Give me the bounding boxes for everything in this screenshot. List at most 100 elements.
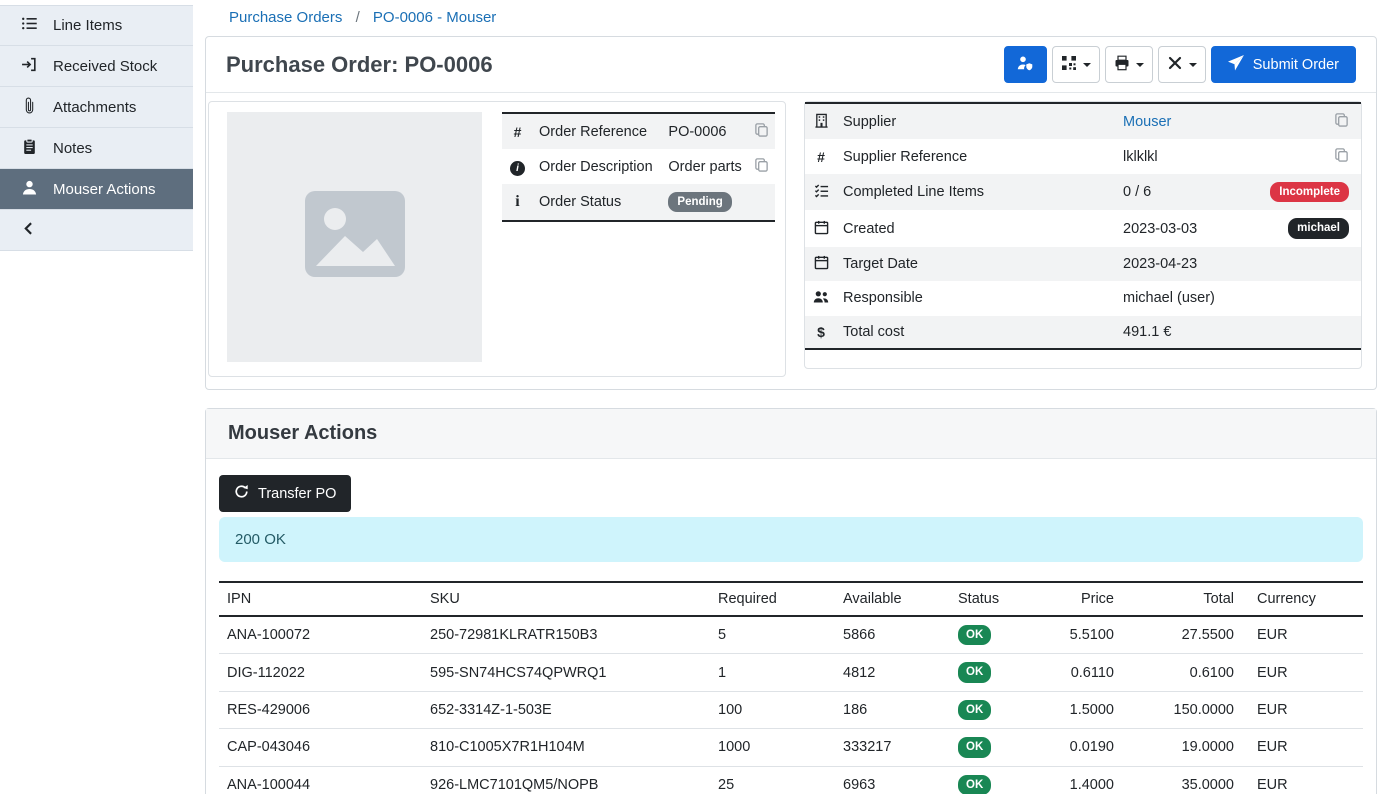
line-items-table: IPN SKU Required Available Status Price … [219,581,1363,794]
cell-available: 186 [835,691,950,728]
ok-badge: OK [958,700,991,720]
mouser-actions-body: Transfer PO 200 OK IPN SKU Required Avai… [206,459,1376,794]
detail-label: Created [837,210,1117,246]
detail-label: Order Description [533,149,662,184]
info-icon: i [510,161,525,176]
table-row: Supplier Mouser [805,103,1361,139]
breadcrumb-link-current-order[interactable]: PO-0006 - Mouser [373,9,496,26]
copy-button[interactable] [1334,112,1349,127]
sidebar-item-line-items[interactable]: Line Items [0,5,193,46]
table-row: ANA-100072 250-72981KLRATR150B3 5 5866 O… [219,616,1363,654]
cell-available: 4812 [835,654,950,691]
hash-icon: # [817,149,825,165]
supplier-info-card: Supplier Mouser # Supplier Reference lkl… [804,101,1362,369]
detail-value: 2023-03-03 [1117,210,1241,246]
cell-price: 1.4000 [1050,766,1122,794]
detail-value: 2023-04-23 [1117,247,1241,281]
detail-value: lklklkl [1117,139,1241,174]
cell-required: 25 [710,766,835,794]
detail-value: michael (user) [1117,281,1241,316]
cell-price: 0.6110 [1050,654,1122,691]
detail-label: Supplier Reference [837,139,1117,174]
cell-price: 5.5100 [1050,616,1122,654]
order-panel-header: Purchase Order: PO-0006 [206,37,1376,93]
incomplete-badge: Incomplete [1270,182,1349,202]
panel-title: Mouser Actions [228,422,377,445]
building-icon [814,115,829,131]
sidebar-item-label: Attachments [53,99,136,116]
order-details-body: # Order Reference PO-0006 i Order Descri… [206,93,1376,389]
cell-required: 5 [710,616,835,654]
sidebar-item-received-stock[interactable]: Received Stock [0,46,193,87]
detail-value: Order parts [662,149,748,184]
image-placeholder-icon [297,185,413,290]
order-image-placeholder[interactable] [227,112,482,362]
page-title: Purchase Order: PO-0006 [226,52,493,78]
table-row: Created 2023-03-03 michael [805,210,1361,246]
table-row: # Order Reference PO-0006 [502,113,775,149]
list-check-icon [814,185,829,201]
table-row: DIG-112022 595-SN74HCS74QPWRQ1 1 4812 OK… [219,654,1363,691]
paperclip-icon [21,97,38,118]
column-header-status: Status [950,582,1050,616]
breadcrumb-link-purchase-orders[interactable]: Purchase Orders [229,9,342,26]
cell-available: 6963 [835,766,950,794]
cell-currency: EUR [1242,616,1363,654]
cell-currency: EUR [1242,654,1363,691]
sidebar-item-attachments[interactable]: Attachments [0,87,193,128]
list-icon [21,15,38,36]
cell-available: 5866 [835,616,950,654]
transfer-po-button[interactable]: Transfer PO [219,475,351,512]
info-icon: i [515,193,519,210]
table-row: Responsible michael (user) [805,281,1361,316]
submit-order-label: Submit Order [1253,57,1339,73]
copy-button[interactable] [754,122,769,137]
sidebar-item-notes[interactable]: Notes [0,128,193,169]
transfer-po-label: Transfer PO [258,486,336,502]
copy-button[interactable] [1334,147,1349,162]
cell-currency: EUR [1242,729,1363,766]
user-shield-button[interactable] [1004,46,1047,83]
dollar-icon: $ [817,324,825,340]
app-layout: Line Items Received Stock Attachments No… [0,0,1383,794]
copy-button[interactable] [754,157,769,172]
user-shield-icon [1017,55,1033,75]
detail-label: Order Reference [533,113,662,149]
sidebar-collapse-button[interactable] [0,210,193,251]
sidebar-item-label: Notes [53,140,92,157]
supplier-details-table: Supplier Mouser # Supplier Reference lkl… [805,102,1361,350]
caret-down-icon [1083,63,1091,67]
cell-total: 35.0000 [1122,766,1242,794]
breadcrumb-separator: / [356,9,360,26]
user-badge: michael [1288,218,1349,238]
sign-in-icon [21,56,38,77]
cell-required: 1000 [710,729,835,766]
order-actions-button[interactable] [1158,46,1206,83]
print-actions-button[interactable] [1105,46,1153,83]
cell-required: 100 [710,691,835,728]
submit-order-button[interactable]: Submit Order [1211,46,1356,83]
send-icon [1228,55,1244,75]
ok-badge: OK [958,775,991,794]
cell-sku: 595-SN74HCS74QPWRQ1 [422,654,710,691]
table-row: i Order Description Order parts [502,149,775,184]
chevron-left-icon [21,220,38,241]
mouser-actions-header: Mouser Actions [206,409,1376,459]
column-header-price: Price [1050,582,1122,616]
table-row: # Supplier Reference lklklkl [805,139,1361,174]
table-row: RES-429006 652-3314Z-1-503E 100 186 OK 1… [219,691,1363,728]
sidebar-item-mouser-actions[interactable]: Mouser Actions [0,169,193,210]
ok-badge: OK [958,662,991,682]
detail-label: Responsible [837,281,1117,316]
column-header-sku: SKU [422,582,710,616]
table-row: Completed Line Items 0 / 6 Incomplete [805,174,1361,210]
barcode-actions-button[interactable] [1052,46,1100,83]
cell-ipn: ANA-100044 [219,766,422,794]
status-alert: 200 OK [219,517,1363,562]
printer-icon [1114,55,1130,75]
users-icon [813,292,829,308]
detail-value: 0 / 6 [1117,174,1241,210]
supplier-link[interactable]: Mouser [1123,114,1171,130]
column-header-currency: Currency [1242,582,1363,616]
main-content: Purchase Orders / PO-0006 - Mouser Purch… [193,0,1383,794]
